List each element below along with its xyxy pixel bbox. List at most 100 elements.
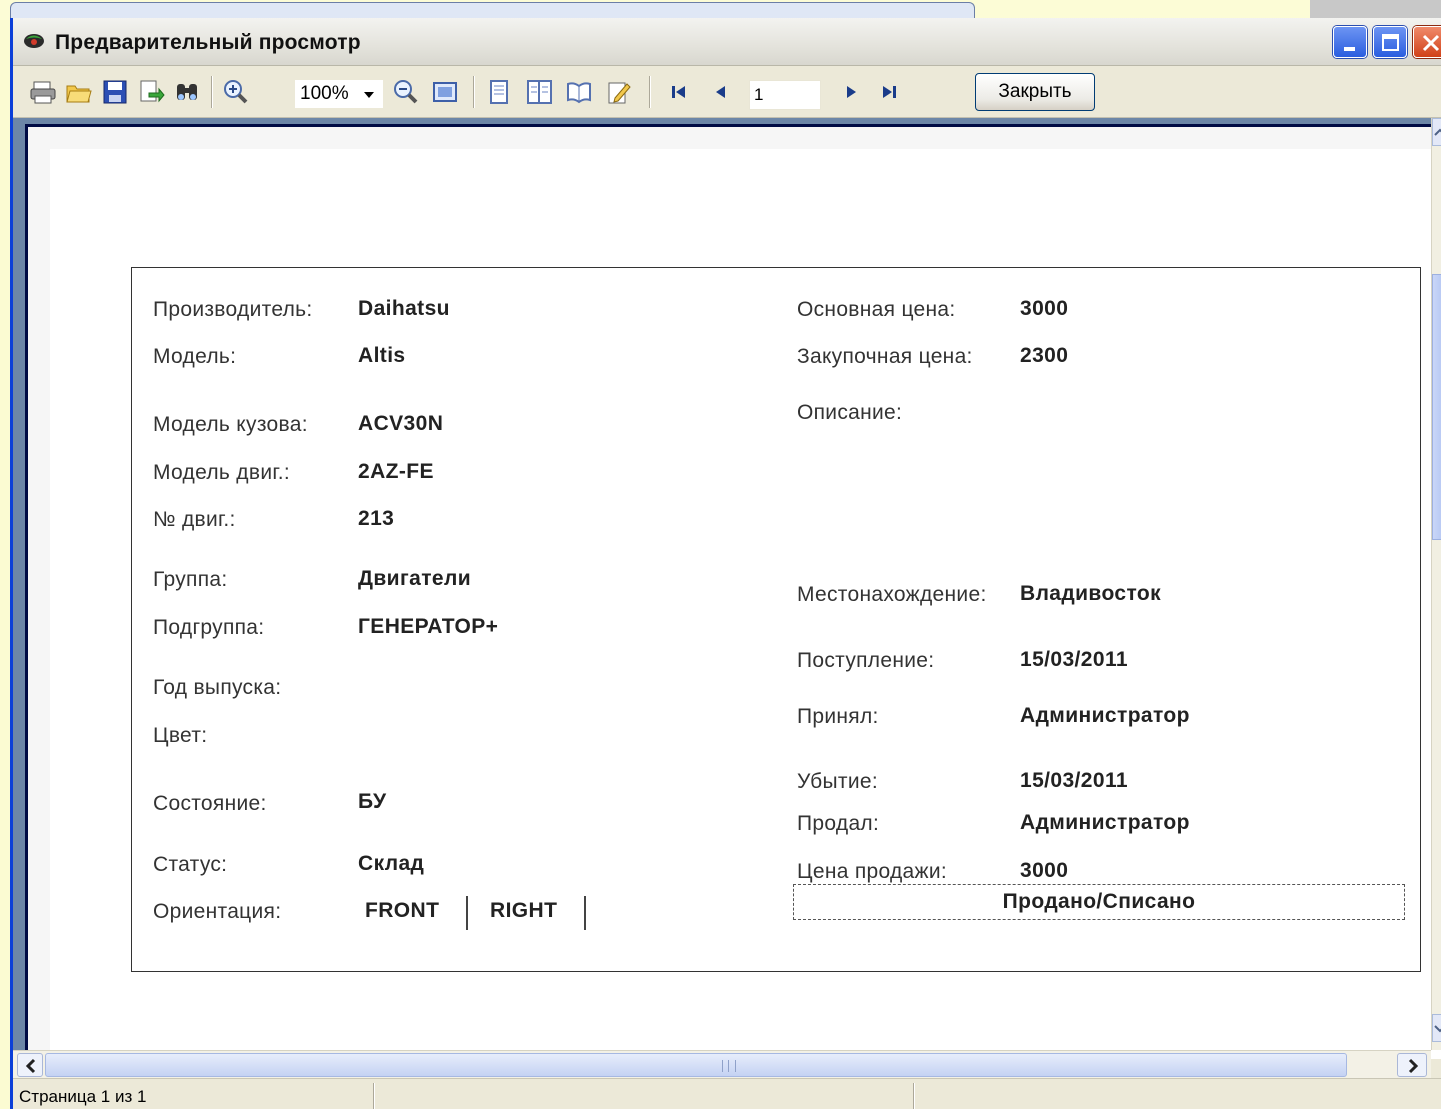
open-button[interactable] <box>65 78 93 106</box>
book-button[interactable] <box>565 78 593 106</box>
status-bar: Страница 1 из 1 <box>13 1078 1441 1109</box>
toolbar-separator <box>473 76 475 108</box>
zoom-out-button[interactable] <box>391 78 419 106</box>
horizontal-scrollbar[interactable] <box>13 1050 1431 1078</box>
last-page-icon <box>883 86 896 98</box>
label-sold-by: Продал: <box>797 812 880 835</box>
label-arrival: Поступление: <box>797 649 935 672</box>
orientation-divider <box>584 896 586 930</box>
scroll-left-button[interactable] <box>17 1053 43 1077</box>
toolbar-separator <box>211 76 213 108</box>
find-button[interactable] <box>173 78 201 106</box>
toolbar: 100% 1 Закрыть <box>13 66 1441 118</box>
maximize-icon <box>1382 34 1399 51</box>
chevron-left-icon <box>25 1058 36 1074</box>
toolbar-separator <box>649 76 651 108</box>
preview-area: Производитель: Daihatsu Модель: Altis Мо… <box>13 118 1441 1059</box>
value-received-by: Администратор <box>1020 704 1190 727</box>
value-engine-model: 2AZ-FE <box>358 460 434 483</box>
label-sale-price: Цена продажи: <box>797 860 948 883</box>
value-purchase-price: 2300 <box>1020 344 1069 367</box>
preview-window: Предварительный просмотр 100% 1 Закрыть … <box>10 18 1441 1109</box>
prev-page-icon <box>716 86 725 98</box>
value-departure: 15/03/2011 <box>1020 769 1128 792</box>
value-body-model: ACV30N <box>358 412 444 435</box>
status-separator <box>913 1083 915 1109</box>
title-bar[interactable]: Предварительный просмотр <box>13 18 1441 66</box>
app-icon <box>24 34 44 48</box>
value-group: Двигатели <box>358 567 472 590</box>
vertical-scroll-thumb[interactable] <box>1432 274 1441 540</box>
label-year: Год выпуска: <box>153 676 282 699</box>
label-model: Модель: <box>153 345 237 368</box>
label-departure: Убытие: <box>797 770 878 793</box>
label-location: Местонахождение: <box>797 583 987 606</box>
first-page-icon <box>672 86 685 98</box>
value-arrival: 15/03/2011 <box>1020 648 1128 671</box>
scroll-right-button[interactable] <box>1397 1053 1427 1077</box>
label-manufacturer: Производитель: <box>153 298 313 321</box>
last-page-button[interactable] <box>875 78 903 106</box>
maximize-button[interactable] <box>1373 26 1407 58</box>
grip-icon <box>722 1060 736 1072</box>
vertical-scrollbar[interactable] <box>1431 118 1441 1050</box>
label-body-model: Модель кузова: <box>153 413 308 436</box>
multi-page-icon <box>527 80 552 104</box>
value-engine-no: 213 <box>358 507 395 530</box>
window-title: Предварительный просмотр <box>55 31 361 54</box>
whole-page-button[interactable] <box>431 78 459 106</box>
find-icon <box>177 84 197 100</box>
value-sale-price: 3000 <box>1020 859 1069 882</box>
next-page-icon <box>847 86 856 98</box>
chevron-down-icon <box>1434 1025 1441 1033</box>
prev-page-button[interactable] <box>707 78 735 106</box>
export-button[interactable] <box>137 78 165 106</box>
label-color: Цвет: <box>153 724 208 747</box>
orientation-divider <box>466 896 468 930</box>
scroll-up-button[interactable] <box>1432 118 1441 146</box>
page-number-value: 1 <box>754 85 764 104</box>
multi-page-button[interactable] <box>525 78 553 106</box>
scroll-down-button[interactable] <box>1432 1014 1441 1042</box>
value-sold-by: Администратор <box>1020 811 1190 834</box>
label-status: Статус: <box>153 853 228 876</box>
sold-stamp-box: Продано/Списано <box>793 884 1405 920</box>
status-separator <box>373 1083 375 1109</box>
label-engine-model: Модель двиг.: <box>153 461 291 484</box>
value-location: Владивосток <box>1020 582 1162 605</box>
whole-page-icon <box>433 82 457 102</box>
edit-icon <box>608 82 631 104</box>
close-button[interactable]: Закрыть <box>975 73 1095 111</box>
save-button[interactable] <box>101 78 129 106</box>
zoom-out-icon <box>394 80 418 104</box>
page-number-input[interactable]: 1 <box>749 80 821 110</box>
next-page-button[interactable] <box>837 78 865 106</box>
value-status: Склад <box>358 852 425 875</box>
label-engine-no: № двиг.: <box>153 508 236 531</box>
minimize-button[interactable] <box>1333 26 1367 58</box>
chevron-down-icon[interactable] <box>359 82 379 106</box>
close-icon <box>1422 34 1440 52</box>
value-condition: БУ <box>358 790 387 813</box>
first-page-button[interactable] <box>665 78 693 106</box>
value-orientation-front: FRONT <box>365 899 440 922</box>
edit-button[interactable] <box>605 78 633 106</box>
chevron-right-icon <box>1408 1058 1419 1074</box>
minimize-icon <box>1344 47 1355 51</box>
label-base-price: Основная цена: <box>797 298 956 321</box>
value-subgroup: ГЕНЕРАТОР+ <box>358 615 499 638</box>
save-icon <box>103 80 127 104</box>
print-button[interactable] <box>29 78 57 106</box>
label-description: Описание: <box>797 401 903 424</box>
single-page-icon <box>490 80 508 104</box>
label-condition: Состояние: <box>153 792 267 815</box>
value-manufacturer: Daihatsu <box>358 297 450 320</box>
single-page-button[interactable] <box>485 78 513 106</box>
report-page: Производитель: Daihatsu Модель: Altis Мо… <box>50 149 1441 1059</box>
horizontal-scroll-thumb[interactable] <box>45 1053 1347 1077</box>
background-tab <box>1310 0 1441 20</box>
zoom-in-button[interactable] <box>221 78 249 106</box>
zoom-in-icon <box>224 80 248 104</box>
label-orientation: Ориентация: <box>153 900 282 923</box>
window-close-button[interactable] <box>1413 26 1441 58</box>
